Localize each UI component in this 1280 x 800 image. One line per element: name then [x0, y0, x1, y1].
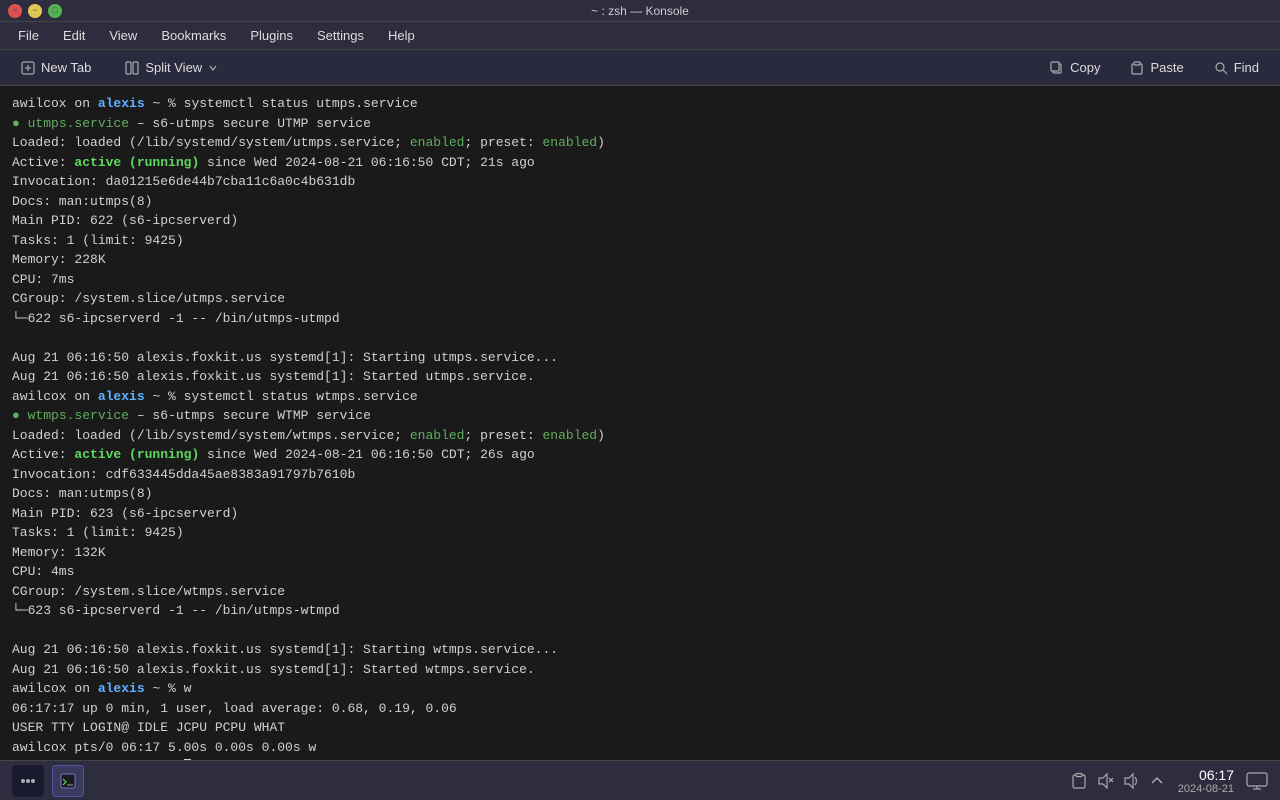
terminal-line: Loaded: loaded (/lib/systemd/system/utmp… [12, 133, 1268, 153]
terminal-line: Tasks: 1 (limit: 9425) [12, 523, 1268, 543]
menu-file[interactable]: File [8, 25, 49, 46]
new-tab-button[interactable]: New Tab [8, 55, 104, 80]
menu-view[interactable]: View [99, 25, 147, 46]
toolbar-right: Copy Paste Find [1037, 55, 1272, 80]
menu-edit[interactable]: Edit [53, 25, 95, 46]
terminal-line: Docs: man:utmps(8) [12, 484, 1268, 504]
terminal-line: 06:17:17 up 0 min, 1 user, load average:… [12, 699, 1268, 719]
split-view-button[interactable]: Split View [112, 55, 231, 80]
menubar: File Edit View Bookmarks Plugins Setting… [0, 22, 1280, 50]
clipboard-icon[interactable] [1070, 772, 1088, 790]
menu-settings[interactable]: Settings [307, 25, 374, 46]
terminal-line: └─622 s6-ipcserverd -1 -- /bin/utmps-utm… [12, 309, 1268, 329]
taskbar: 06:17 2024-08-21 [0, 760, 1280, 800]
arrow-up-icon[interactable] [1148, 772, 1166, 790]
menu-plugins[interactable]: Plugins [240, 25, 303, 46]
terminal-line: Aug 21 06:16:50 alexis.foxkit.us systemd… [12, 367, 1268, 387]
paste-label: Paste [1150, 60, 1183, 75]
terminal[interactable]: awilcox on alexis ~ % systemctl status u… [0, 86, 1280, 760]
terminal-line: └─623 s6-ipcserverd -1 -- /bin/utmps-wtm… [12, 601, 1268, 621]
terminal-line: Active: active (running) since Wed 2024-… [12, 153, 1268, 173]
terminal-line: ● utmps.service – s6-utmps secure UTMP s… [12, 114, 1268, 134]
paste-button[interactable]: Paste [1117, 55, 1196, 80]
terminal-line: awilcox pts/0 06:17 5.00s 0.00s 0.00s w [12, 738, 1268, 758]
terminal-line: Main PID: 623 (s6-ipcserverd) [12, 504, 1268, 524]
clock-time: 06:17 [1178, 767, 1234, 783]
toolbar: New Tab Split View Copy Paste [0, 50, 1280, 86]
volume-icon[interactable] [1122, 772, 1140, 790]
minimize-button[interactable]: − [28, 4, 42, 18]
paste-icon [1130, 61, 1144, 75]
taskbar-left [12, 765, 84, 797]
titlebar-controls: × − □ [8, 4, 62, 18]
terminal-line: Docs: man:utmps(8) [12, 192, 1268, 212]
terminal-line: awilcox on alexis ~ % systemctl status u… [12, 94, 1268, 114]
find-icon [1214, 61, 1228, 75]
copy-label: Copy [1070, 60, 1100, 75]
volume-mute-icon[interactable] [1096, 772, 1114, 790]
terminal-line: CGroup: /system.slice/utmps.service [12, 289, 1268, 309]
menu-bookmarks[interactable]: Bookmarks [151, 25, 236, 46]
terminal-line: CPU: 4ms [12, 562, 1268, 582]
clock: 06:17 2024-08-21 [1178, 767, 1234, 795]
terminal-line: ● wtmps.service – s6-utmps secure WTMP s… [12, 406, 1268, 426]
titlebar: × − □ ~ : zsh — Konsole [0, 0, 1280, 22]
terminal-line: Aug 21 06:16:50 alexis.foxkit.us systemd… [12, 660, 1268, 680]
terminal-line: Memory: 132K [12, 543, 1268, 563]
clock-date: 2024-08-21 [1178, 783, 1234, 795]
display-icon[interactable] [1246, 772, 1268, 790]
terminal-line: Main PID: 622 (s6-ipcserverd) [12, 211, 1268, 231]
find-button[interactable]: Find [1201, 55, 1272, 80]
split-view-label: Split View [145, 60, 202, 75]
system-icons [1070, 772, 1166, 790]
menu-help[interactable]: Help [378, 25, 425, 46]
apps-icon[interactable] [12, 765, 44, 797]
terminal-line [12, 328, 1268, 348]
terminal-line: CPU: 7ms [12, 270, 1268, 290]
terminal-line: awilcox on alexis ~ % w [12, 679, 1268, 699]
terminal-line: Tasks: 1 (limit: 9425) [12, 231, 1268, 251]
find-label: Find [1234, 60, 1259, 75]
close-button[interactable]: × [8, 4, 22, 18]
terminal-line: Aug 21 06:16:50 alexis.foxkit.us systemd… [12, 640, 1268, 660]
terminal-line: USER TTY LOGIN@ IDLE JCPU PCPU WHAT [12, 718, 1268, 738]
terminal-line: Invocation: cdf633445dda45ae8383a91797b7… [12, 465, 1268, 485]
taskbar-right: 06:17 2024-08-21 [1070, 767, 1268, 795]
copy-button[interactable]: Copy [1037, 55, 1113, 80]
new-tab-label: New Tab [41, 60, 91, 75]
window-title: ~ : zsh — Konsole [591, 4, 689, 18]
terminal-line: Aug 21 06:16:50 alexis.foxkit.us systemd… [12, 348, 1268, 368]
terminal-line: CGroup: /system.slice/wtmps.service [12, 582, 1268, 602]
chevron-down-icon [208, 63, 218, 73]
terminal-taskbar-icon[interactable] [52, 765, 84, 797]
terminal-line: Loaded: loaded (/lib/systemd/system/wtmp… [12, 426, 1268, 446]
terminal-line: Active: active (running) since Wed 2024-… [12, 445, 1268, 465]
terminal-line: Memory: 228K [12, 250, 1268, 270]
terminal-line: awilcox on alexis ~ % systemctl status w… [12, 387, 1268, 407]
new-tab-icon [21, 61, 35, 75]
maximize-button[interactable]: □ [48, 4, 62, 18]
copy-icon [1050, 61, 1064, 75]
terminal-line [12, 621, 1268, 641]
terminal-line: Invocation: da01215e6de44b7cba11c6a0c4b6… [12, 172, 1268, 192]
split-view-icon [125, 61, 139, 75]
